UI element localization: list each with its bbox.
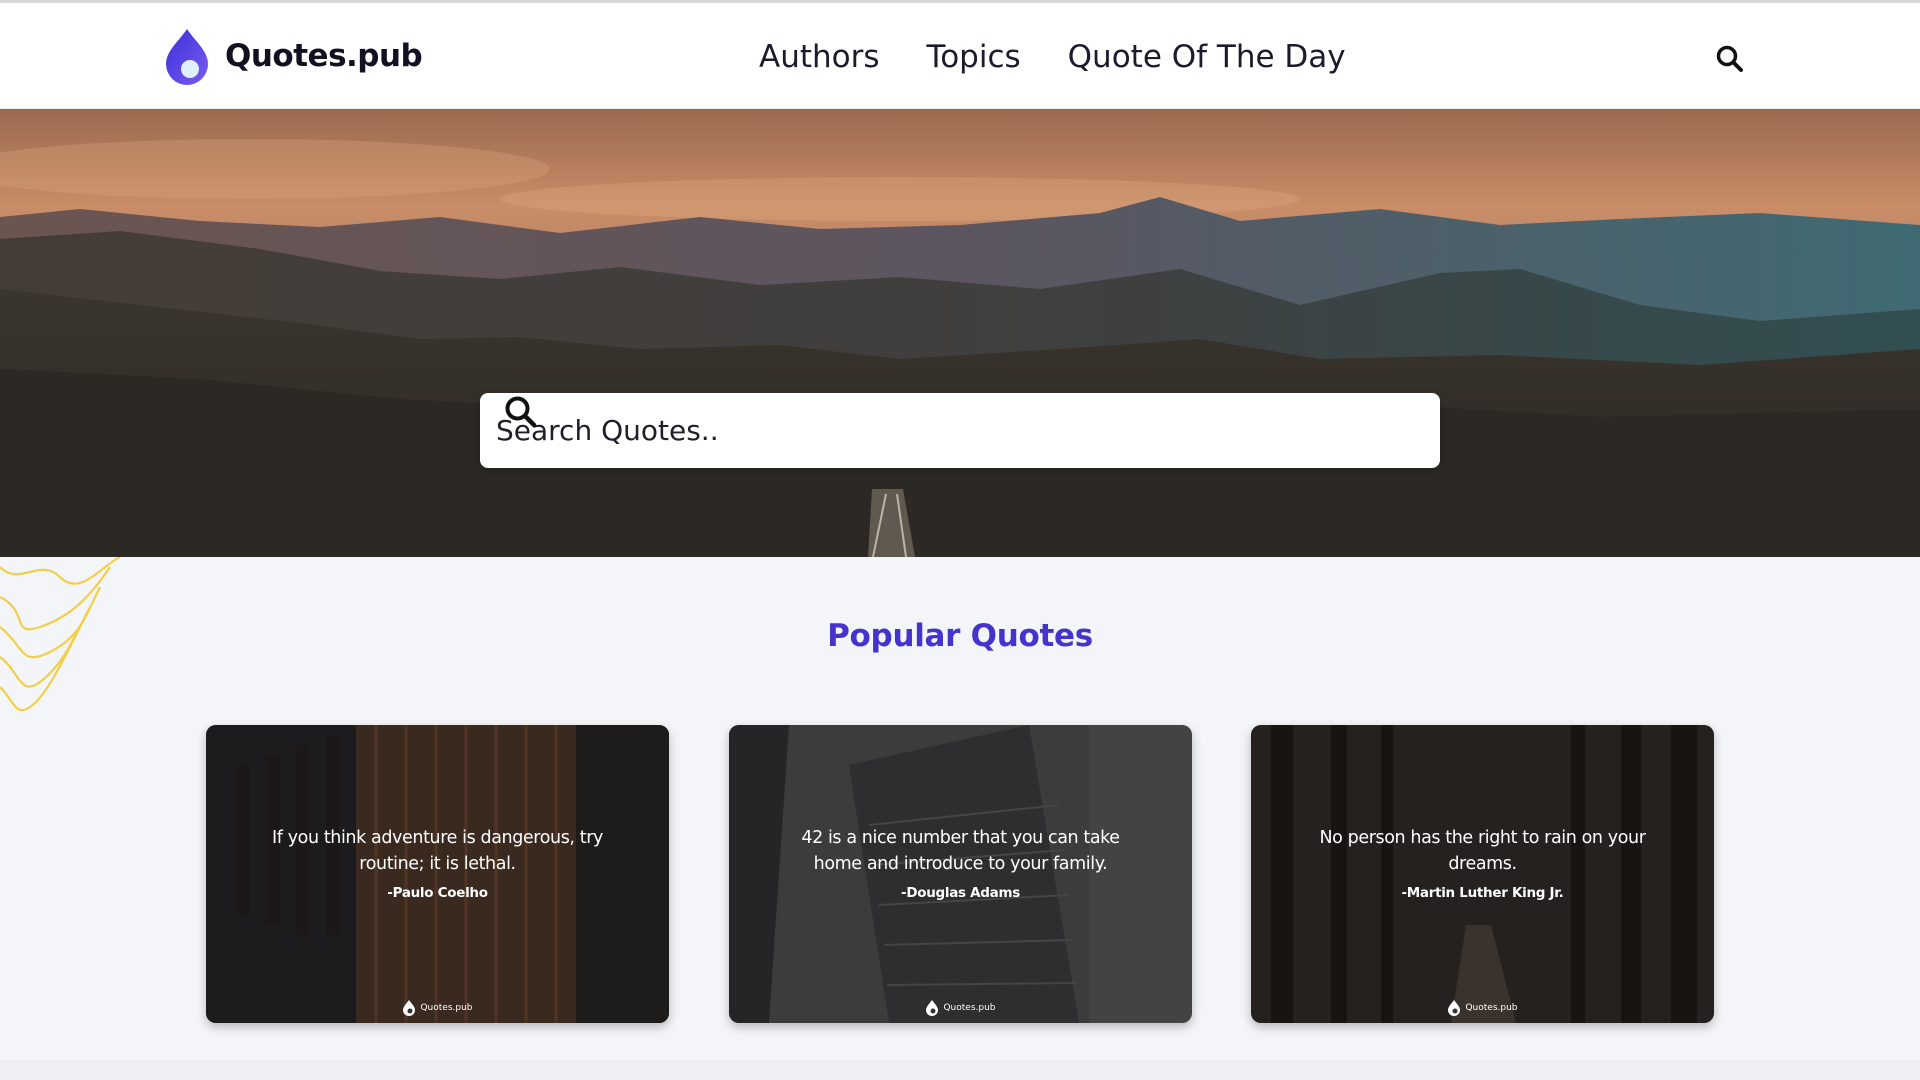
card-brand: Quotes.pub bbox=[1251, 1000, 1714, 1016]
quote-author: -Douglas Adams bbox=[901, 885, 1020, 901]
quote-card[interactable]: No person has the right to rain on your … bbox=[1251, 725, 1714, 1023]
logo-drop-icon bbox=[926, 1000, 939, 1016]
logo-drop-icon bbox=[403, 1000, 416, 1016]
search-icon bbox=[505, 396, 537, 428]
popular-quotes-heading: Popular Quotes bbox=[827, 618, 1093, 654]
logo-drop-icon bbox=[1448, 1000, 1461, 1016]
main-nav: Authors Topics Quote Of The Day bbox=[759, 37, 1393, 77]
card-content: 42 is a nice number that you can take ho… bbox=[789, 825, 1132, 901]
card-content: No person has the right to rain on your … bbox=[1311, 825, 1654, 901]
card-brand-text: Quotes.pub bbox=[943, 1003, 996, 1013]
nav-quote-of-the-day[interactable]: Quote Of The Day bbox=[1068, 37, 1346, 77]
card-brand: Quotes.pub bbox=[206, 1000, 669, 1016]
page-bottom bbox=[0, 1060, 1920, 1080]
card-content: If you think adventure is dangerous, try… bbox=[266, 825, 609, 901]
search-icon[interactable] bbox=[1714, 43, 1746, 75]
quote-author: -Paulo Coelho bbox=[387, 885, 488, 901]
hero-banner bbox=[0, 109, 1920, 557]
nav-authors[interactable]: Authors bbox=[759, 37, 880, 77]
nav-topics[interactable]: Topics bbox=[927, 37, 1021, 77]
quote-text: 42 is a nice number that you can take ho… bbox=[801, 828, 1120, 874]
search-quotes-input[interactable] bbox=[496, 400, 1356, 461]
quote-card[interactable]: 42 is a nice number that you can take ho… bbox=[729, 725, 1192, 1023]
site-logo[interactable]: Quotes.pub bbox=[163, 27, 423, 85]
logo-text: Quotes.pub bbox=[225, 38, 423, 74]
card-brand-text: Quotes.pub bbox=[420, 1003, 473, 1013]
quote-card[interactable]: If you think adventure is dangerous, try… bbox=[206, 725, 669, 1023]
card-brand-text: Quotes.pub bbox=[1465, 1003, 1518, 1013]
quote-text: No person has the right to rain on your … bbox=[1319, 828, 1646, 874]
site-header: Quotes.pub Authors Topics Quote Of The D… bbox=[0, 3, 1920, 109]
quote-text: If you think adventure is dangerous, try… bbox=[272, 828, 603, 874]
quote-search-bar[interactable] bbox=[480, 393, 1440, 468]
quote-author: -Martin Luther King Jr. bbox=[1401, 885, 1564, 901]
logo-drop-icon bbox=[166, 29, 208, 85]
hero-landscape-image bbox=[0, 109, 1920, 557]
card-brand: Quotes.pub bbox=[729, 1000, 1192, 1016]
